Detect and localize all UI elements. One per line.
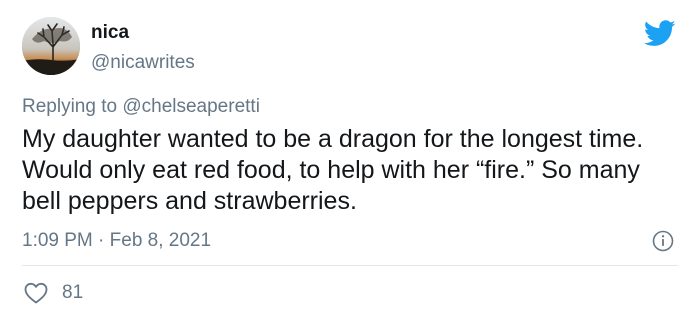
avatar-image xyxy=(22,17,80,75)
tweet-date: Feb 8, 2021 xyxy=(109,230,212,251)
info-icon[interactable] xyxy=(652,230,674,252)
user-handle[interactable]: @nicawrites xyxy=(91,51,195,75)
tweet-text: My daughter wanted to be a dragon for th… xyxy=(22,125,644,215)
display-name[interactable]: nica xyxy=(91,21,129,45)
twitter-bird-icon[interactable] xyxy=(644,20,676,47)
meta-separator: · xyxy=(92,230,110,251)
like-action[interactable]: 81 xyxy=(24,281,83,305)
heart-icon[interactable] xyxy=(24,282,48,304)
replying-prefix: Replying to xyxy=(22,96,123,117)
replying-to: Replying to @chelseaperetti xyxy=(22,95,260,119)
tweet-time: 1:09 PM xyxy=(22,230,93,251)
like-count: 81 xyxy=(62,282,84,303)
tweet-card: nica @nicawrites Replying to @chelseaper… xyxy=(0,0,700,319)
reply-mention-link[interactable]: @chelseaperetti xyxy=(122,96,260,117)
tweet-timestamp[interactable]: 1:09 PM · Feb 8, 2021 xyxy=(22,229,211,253)
divider xyxy=(22,265,678,266)
avatar[interactable] xyxy=(22,17,80,75)
